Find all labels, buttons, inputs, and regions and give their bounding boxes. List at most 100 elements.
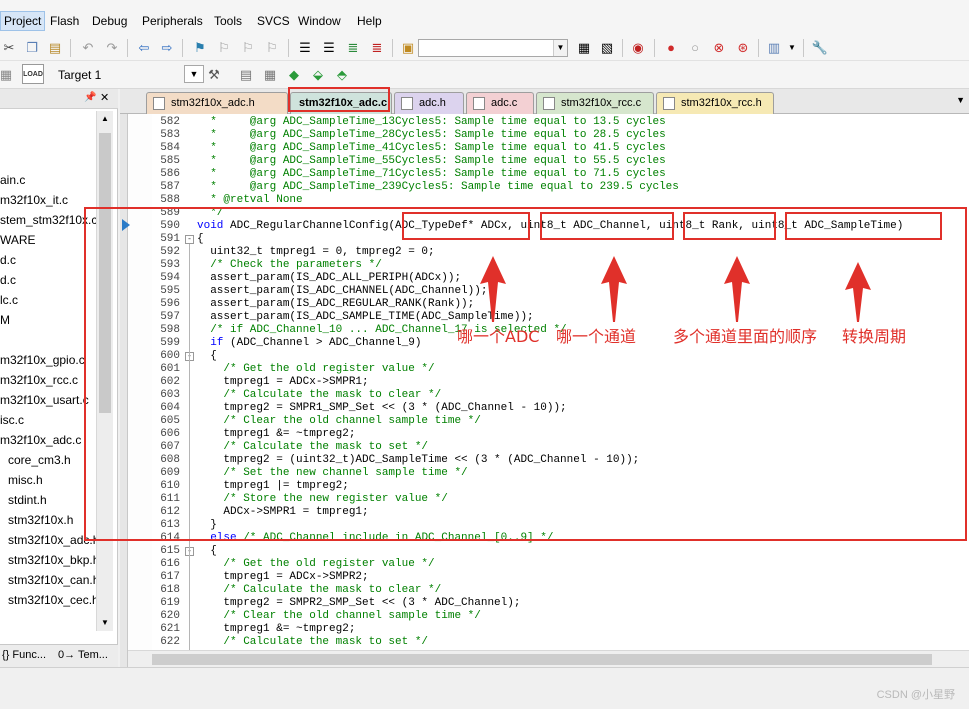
pin-icon[interactable]: 📌	[84, 92, 96, 103]
breakpoint-icon[interactable]: ●	[663, 40, 679, 56]
code-line[interactable]: 621 tmpreg1 &= ~tmpreg2;	[152, 623, 969, 636]
build-icon[interactable]: ▦	[0, 67, 14, 83]
find-icon[interactable]: ▧	[599, 40, 615, 56]
line-number: 582	[160, 116, 180, 128]
copy-target-icon[interactable]: ▤	[238, 67, 254, 83]
chevron-down-icon[interactable]: ▼	[784, 40, 800, 56]
scroll-down-icon[interactable]: ▼	[97, 615, 113, 631]
scroll-up-icon[interactable]: ▲	[97, 111, 113, 127]
breakpoint-clear-all-icon[interactable]: ⊛	[735, 40, 751, 56]
code-line[interactable]: 584 * @arg ADC_SampleTime_41Cycles5: Sam…	[152, 142, 969, 155]
open-file-icon[interactable]: ▣	[400, 40, 416, 56]
options-for-target-icon[interactable]: ⚒	[206, 67, 222, 83]
close-icon[interactable]: ✕	[100, 91, 109, 104]
bookmark-clear-icon[interactable]: ⚐	[264, 40, 280, 56]
scroll-thumb[interactable]	[152, 654, 932, 665]
undo-icon[interactable]: ↶	[80, 40, 96, 56]
select-software-packs-icon[interactable]: ⬙	[310, 67, 326, 83]
find-in-files-icon[interactable]: ▦	[576, 40, 592, 56]
code-line[interactable]: 618 /* Calculate the mask to clear */	[152, 584, 969, 597]
menu-window[interactable]: Window	[298, 14, 341, 28]
nav-forward-icon[interactable]: ⇨	[159, 40, 175, 56]
menu-tools[interactable]: Tools	[214, 14, 242, 28]
copy-icon[interactable]: ❐	[24, 40, 40, 56]
code-line[interactable]: 617 tmpreg1 = ADCx->SMPR2;	[152, 571, 969, 584]
indent-icon[interactable]: ☰	[297, 40, 313, 56]
code-line[interactable]: 615- {	[152, 545, 969, 558]
tab-stm32f10x-rcc-c[interactable]: stm32f10x_rcc.c	[536, 92, 654, 114]
project-tree-item[interactable]: m32f10x_adc.c	[0, 433, 81, 447]
arrow-up-icon	[845, 262, 871, 322]
breakpoint-disable-icon[interactable]: ○	[687, 40, 703, 56]
chevron-down-icon[interactable]: ▼	[184, 65, 204, 83]
breakpoint-kill-icon[interactable]: ⊗	[711, 40, 727, 56]
code-text: * @arg ADC_SampleTime_55Cycles5: Sample …	[197, 155, 666, 168]
project-tree-item[interactable]: stm32f10x_bkp.h	[8, 553, 99, 567]
menu-peripherals[interactable]: Peripherals	[142, 14, 203, 28]
code-line[interactable]: 619 tmpreg2 = SMPR2_SMP_Set << (3 * ADC_…	[152, 597, 969, 610]
code-line[interactable]: 583 * @arg ADC_SampleTime_28Cycles5: Sam…	[152, 129, 969, 142]
load-icon[interactable]: LOAD	[22, 64, 44, 84]
target-select-label[interactable]: Target 1	[58, 68, 101, 82]
menu-svcs[interactable]: SVCS	[257, 14, 290, 28]
tab-adc-c[interactable]: adc.c	[466, 92, 534, 114]
project-tree-item[interactable]: ain.c	[0, 173, 25, 187]
find-combo[interactable]: ▼	[418, 39, 568, 57]
tab-adc-h[interactable]: adc.h	[394, 92, 464, 114]
project-tree-item[interactable]: M	[0, 313, 10, 327]
project-tree-item[interactable]: stdint.h	[8, 493, 47, 507]
code-line[interactable]: 588 * @retval None	[152, 194, 969, 207]
project-tree-item[interactable]: isc.c	[0, 413, 24, 427]
project-tree-item[interactable]: m32f10x_rcc.c	[0, 373, 78, 387]
project-tree-item[interactable]: core_cm3.h	[8, 453, 71, 467]
toolbar-build: ▦ LOAD Target 1 ▼ ⚒ ▤ ▦ ◆ ⬙ ⬘	[0, 61, 969, 89]
code-line[interactable]: 587 * @arg ADC_SampleTime_239Cycles5: Sa…	[152, 181, 969, 194]
project-tree-item[interactable]: stm32f10x_can.h	[8, 573, 99, 587]
project-tree-item[interactable]: lc.c	[0, 293, 18, 307]
redo-icon[interactable]: ↷	[104, 40, 120, 56]
project-tree-item[interactable]: stem_stm32f10x.c	[0, 213, 97, 227]
menu-debug[interactable]: Debug	[92, 14, 127, 28]
paste-icon[interactable]: ▤	[47, 40, 63, 56]
pack-installer-icon[interactable]: ◆	[286, 67, 302, 83]
code-line[interactable]: 585 * @arg ADC_SampleTime_55Cycles5: Sam…	[152, 155, 969, 168]
menu-help[interactable]: Help	[357, 14, 382, 28]
code-line[interactable]: 620 /* Clear the old channel sample time…	[152, 610, 969, 623]
menu-project[interactable]: Project	[0, 11, 46, 31]
project-tree-item[interactable]: misc.h	[8, 473, 43, 487]
bookmark-icon[interactable]: ⚑	[192, 40, 208, 56]
project-tree-item[interactable]: m32f10x_it.c	[0, 193, 68, 207]
project-tree-item[interactable]: WARE	[0, 233, 36, 247]
horizontal-scrollbar[interactable]	[128, 650, 969, 667]
project-tree-item[interactable]: m32f10x_usart.c	[0, 393, 89, 407]
project-tree-item[interactable]: d.c	[0, 273, 16, 287]
annotation-channel-order: 多个通道里面的顺序	[673, 327, 818, 346]
project-tree-item[interactable]: m32f10x_gpio.c	[0, 353, 85, 367]
code-line[interactable]: 616 /* Get the old register value */	[152, 558, 969, 571]
code-line[interactable]: 622 /* Calculate the mask to set */	[152, 636, 969, 649]
project-tree-item[interactable]: stm32f10x.h	[8, 513, 73, 527]
menu-flash[interactable]: Flash	[50, 14, 79, 28]
uncomment-icon[interactable]: ≣	[369, 40, 385, 56]
editor-tab-bar: stm32f10x_adc.h stm32f10x_adc.c adc.h ad…	[120, 89, 969, 114]
tab-stm32f10x-adc-h[interactable]: stm32f10x_adc.h	[146, 92, 288, 114]
manage-components-icon[interactable]: ▦	[262, 67, 278, 83]
tab-stm32f10x-rcc-h[interactable]: stm32f10x_rcc.h	[656, 92, 774, 114]
tab-templates[interactable]: 0→ Tem...	[58, 649, 108, 661]
nav-back-icon[interactable]: ⇦	[136, 40, 152, 56]
configure-icon[interactable]: 🔧	[812, 40, 828, 56]
comment-icon[interactable]: ≣	[345, 40, 361, 56]
bookmark-next-icon[interactable]: ⚐	[240, 40, 256, 56]
unindent-icon[interactable]: ☰	[321, 40, 337, 56]
run-time-environment-icon[interactable]: ⬘	[334, 67, 350, 83]
code-line[interactable]: 586 * @arg ADC_SampleTime_71Cycles5: Sam…	[152, 168, 969, 181]
code-line[interactable]: 582 * @arg ADC_SampleTime_13Cycles5: Sam…	[152, 116, 969, 129]
tab-list-icon[interactable]: ▼	[956, 95, 965, 105]
project-tree-item[interactable]: stm32f10x_cec.h	[8, 593, 99, 607]
bookmark-prev-icon[interactable]: ⚐	[216, 40, 232, 56]
debug-start-icon[interactable]: ◉	[630, 40, 646, 56]
tab-functions[interactable]: {} Func...	[2, 649, 46, 661]
window-layout-icon[interactable]: ▥	[766, 40, 782, 56]
project-tree-item[interactable]: d.c	[0, 253, 16, 267]
cut-icon[interactable]: ✂	[1, 40, 17, 56]
